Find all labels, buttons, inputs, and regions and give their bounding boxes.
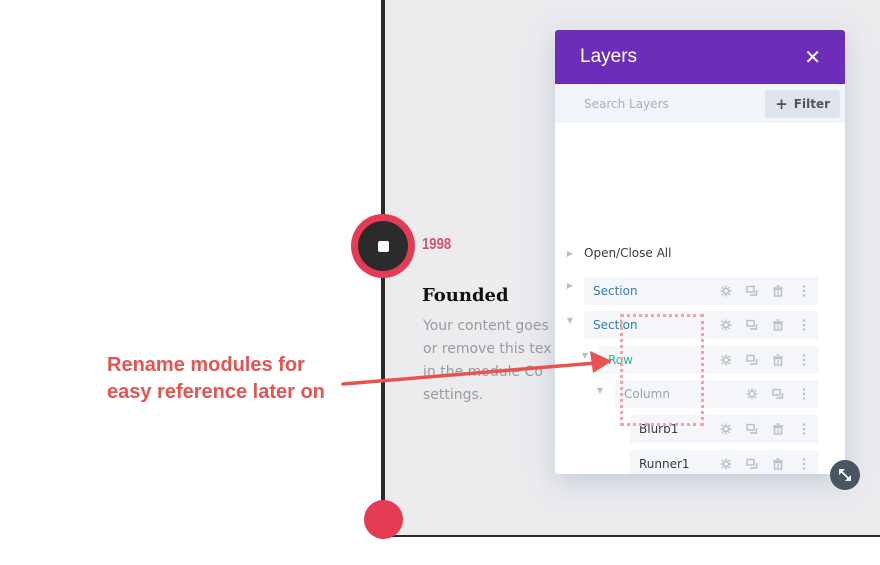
- layer-actions: [720, 415, 810, 443]
- trash-icon[interactable]: [772, 354, 784, 366]
- layers-panel-header: Layers ✕: [555, 30, 845, 84]
- search-layers-input[interactable]: [584, 96, 754, 111]
- layer-label: Section: [593, 284, 638, 298]
- layer-item-section[interactable]: Section: [584, 277, 818, 305]
- layer-actions: [720, 346, 810, 374]
- body-line: settings.: [423, 387, 484, 403]
- trash-icon[interactable]: [772, 285, 784, 297]
- layer-actions: [720, 311, 810, 339]
- duplicate-icon[interactable]: [746, 319, 758, 331]
- highlight-box: [620, 314, 704, 426]
- duplicate-icon[interactable]: [746, 423, 758, 435]
- caret-down-icon[interactable]: ▼: [580, 351, 590, 360]
- trash-icon[interactable]: [772, 423, 784, 435]
- timeline-end-dot: [364, 500, 403, 539]
- close-icon[interactable]: ✕: [804, 47, 821, 67]
- body-line: or remove this tex: [423, 341, 552, 357]
- filter-label: Filter: [793, 96, 830, 111]
- more-options-icon[interactable]: [798, 319, 810, 331]
- open-close-all-label: Open/Close All: [584, 246, 672, 260]
- resize-handle[interactable]: [830, 460, 860, 490]
- trash-icon[interactable]: [772, 458, 784, 470]
- gear-icon[interactable]: [746, 388, 758, 400]
- layer-label: Runner1: [639, 457, 690, 471]
- stop-square-icon: [377, 240, 389, 252]
- annotation-text: Rename modules for easy reference later …: [107, 354, 325, 403]
- caret-right-icon: ▶: [566, 248, 574, 258]
- gear-icon[interactable]: [720, 285, 732, 297]
- milestone-inner-circle: [358, 221, 408, 271]
- open-close-all[interactable]: ▶ Open/Close All: [555, 243, 845, 263]
- layers-panel-title: Layers: [580, 46, 638, 67]
- caret-right-icon[interactable]: ▶: [565, 281, 575, 290]
- gear-icon[interactable]: [720, 354, 732, 366]
- caret-down-icon[interactable]: ▼: [595, 386, 605, 395]
- layer-item-module[interactable]: Runner1: [630, 450, 818, 474]
- more-options-icon[interactable]: [798, 285, 810, 297]
- gear-icon[interactable]: [720, 319, 732, 331]
- duplicate-icon[interactable]: [746, 458, 758, 470]
- body-line: in the module Co: [423, 364, 543, 380]
- trash-icon[interactable]: [772, 319, 784, 331]
- more-options-icon[interactable]: [798, 354, 810, 366]
- timeline-year: 1998: [422, 236, 452, 253]
- layer-actions: [720, 450, 810, 474]
- duplicate-icon[interactable]: [746, 285, 758, 297]
- layers-search-bar: + Filter: [555, 84, 845, 123]
- more-options-icon[interactable]: [798, 423, 810, 435]
- body-line: Your content goes: [423, 318, 549, 334]
- duplicate-icon[interactable]: [772, 388, 784, 400]
- gear-icon[interactable]: [720, 458, 732, 470]
- caret-down-icon[interactable]: ▼: [565, 316, 575, 325]
- expand-arrows-icon: [839, 469, 851, 481]
- layer-actions: [746, 380, 810, 408]
- timeline-event-title: Founded: [422, 285, 509, 306]
- more-options-icon[interactable]: [798, 458, 810, 470]
- plus-icon: +: [775, 94, 788, 113]
- timeline-event-body: Your content goes or remove this tex in th…: [423, 315, 573, 407]
- more-options-icon[interactable]: [798, 388, 810, 400]
- duplicate-icon[interactable]: [746, 354, 758, 366]
- timeline-milestone-marker: [351, 214, 415, 278]
- filter-button[interactable]: + Filter: [765, 89, 840, 118]
- layer-actions: [720, 277, 810, 305]
- gear-icon[interactable]: [720, 423, 732, 435]
